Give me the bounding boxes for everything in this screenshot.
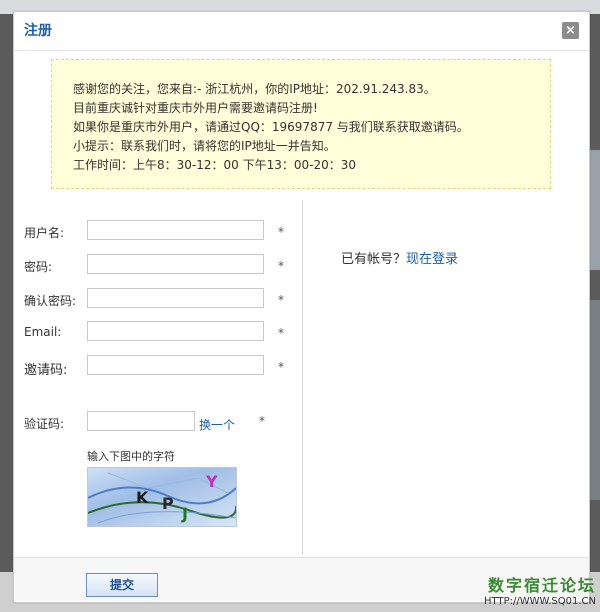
invite-code-label: 邀请码: [24, 363, 68, 378]
captcha-label: 验证码: [24, 417, 65, 431]
watermark-url: HTTP://WWW.SQ01.CN [484, 596, 596, 607]
login-prompt-text: 已有帐号？ [341, 252, 407, 267]
notice-line: 工作时间：上午8：30-12：00 下午13：00-20：30 [73, 158, 356, 172]
required-mark: * [259, 414, 265, 428]
required-mark: * [278, 326, 284, 340]
form-divider [302, 200, 303, 554]
confirm-password-label: 确认密码: [24, 294, 77, 308]
invite-code-input[interactable] [87, 355, 264, 375]
notice-line: 目前重庆诚针对重庆市外用户需要邀请码注册! [73, 101, 318, 115]
captcha-image[interactable]: K P J Y [87, 467, 237, 527]
captcha-input[interactable] [87, 411, 195, 431]
register-dialog: 注册 × 感谢您的关注，您来自:- 浙江杭州，你的IP地址：202.91.243… [13, 11, 590, 603]
required-mark: * [278, 259, 284, 273]
notice-line: 小提示：联系我们时，请将您的IP地址一并告知。 [73, 139, 336, 153]
close-icon[interactable]: × [562, 22, 579, 39]
captcha-char: Y [206, 472, 218, 491]
password-label: 密码: [24, 260, 53, 274]
password-input[interactable] [87, 254, 264, 274]
username-input[interactable] [87, 220, 264, 240]
notice-line: 感谢您的关注，您来自:- 浙江杭州，你的IP地址：202.91.243.83。 [73, 82, 436, 96]
forum-watermark: 数字宿迁论坛 HTTP://WWW.SQ01.CN [484, 572, 596, 607]
email-label: Email: [24, 325, 62, 339]
notice-line: 如果你是重庆市外用户，请通过QQ：19697877 与我们联系获取邀请码。 [73, 120, 469, 134]
login-link[interactable]: 现在登录 [406, 252, 458, 267]
submit-button[interactable]: 提交 [86, 573, 158, 597]
required-mark: * [278, 360, 284, 374]
captcha-refresh-link[interactable]: 换一个 [199, 416, 235, 433]
required-mark: * [278, 293, 284, 307]
login-prompt: 已有帐号？现在登录 [341, 248, 458, 267]
username-label: 用户名: [24, 226, 65, 240]
captcha-char: K [136, 488, 149, 507]
captcha-char: J [182, 504, 188, 523]
captcha-hint: 输入下图中的字符 [87, 450, 175, 463]
email-input[interactable] [87, 321, 264, 341]
required-mark: * [278, 225, 284, 239]
confirm-password-input[interactable] [87, 288, 264, 308]
notice-box: 感谢您的关注，您来自:- 浙江杭州，你的IP地址：202.91.243.83。 … [51, 59, 551, 189]
captcha-char: P [162, 494, 174, 513]
dialog-title: 注册 [14, 12, 589, 51]
watermark-title: 数字宿迁论坛 [487, 576, 596, 595]
